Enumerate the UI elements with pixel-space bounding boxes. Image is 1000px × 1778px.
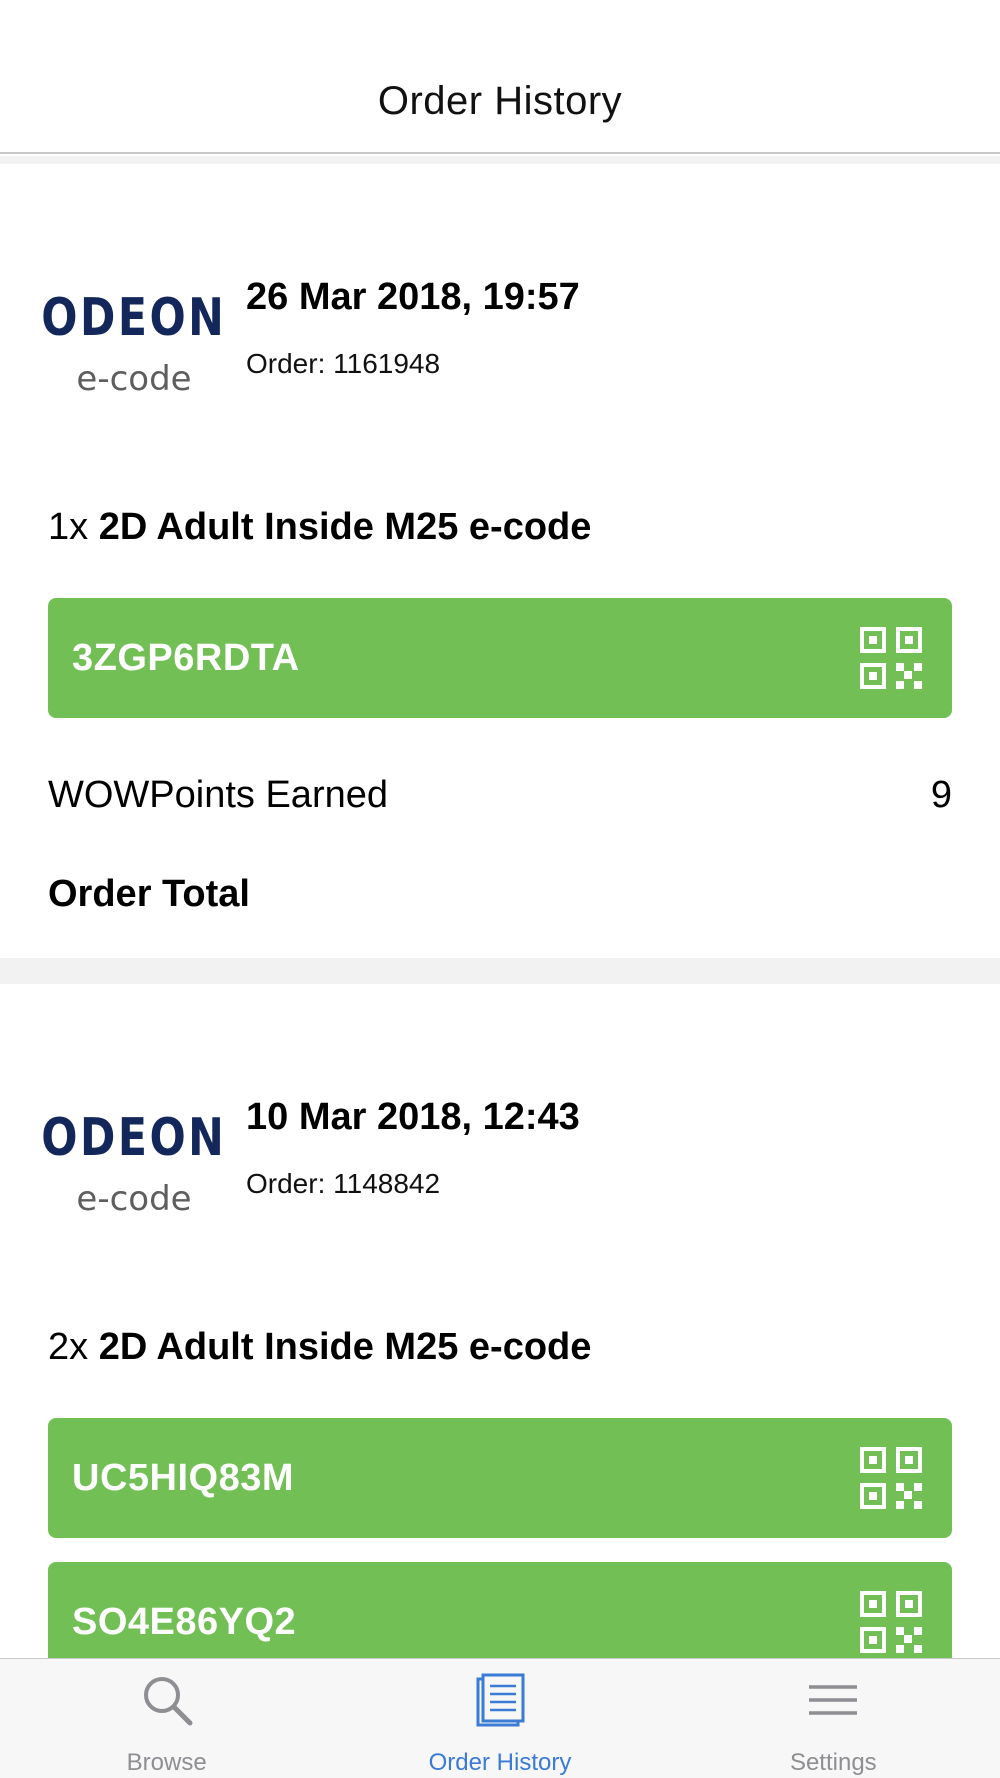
logo-sub: e-code	[76, 359, 192, 399]
order-item: 1x 2D Adult Inside M25 e-code	[48, 508, 952, 546]
ecode-button[interactable]: 3ZGP6RDTA	[48, 598, 952, 718]
menu-icon	[809, 1685, 858, 1715]
tab-label: Settings	[789, 1749, 877, 1776]
item-name: 2D Adult Inside M25 e-code	[98, 1326, 592, 1368]
item-quantity: 2x	[48, 1326, 89, 1368]
tab-browse[interactable]: Browse	[0, 1659, 333, 1778]
tab-order-history[interactable]: Order History	[333, 1659, 666, 1778]
tab-label: Order History	[428, 1749, 572, 1776]
qr-code-icon	[860, 1447, 922, 1509]
order-card: ODEON e-code 10 Mar 2018, 12:43 Order: 1…	[0, 984, 1000, 1658]
order-date: 26 Mar 2018, 19:57	[246, 276, 580, 318]
order-date: 10 Mar 2018, 12:43	[246, 1096, 580, 1138]
order-number: Order: 1148842	[246, 1168, 441, 1199]
order-meta: 26 Mar 2018, 19:57 Order: 1161948	[246, 274, 580, 380]
search-icon	[143, 1677, 193, 1726]
order-meta: 10 Mar 2018, 12:43 Order: 1148842	[246, 1094, 580, 1200]
document-icon	[476, 1673, 525, 1727]
points-label: WOWPoints Earned	[48, 774, 388, 816]
order-item: 2x 2D Adult Inside M25 e-code	[48, 1328, 952, 1366]
odeon-ecode-logo: ODEON e-code	[41, 1094, 227, 1234]
logo-brand: ODEON	[41, 288, 227, 348]
logo-brand: ODEON	[41, 1108, 227, 1168]
tab-bar: Browse Order History Settings	[0, 1658, 1000, 1778]
tab-settings[interactable]: Settings	[667, 1659, 1000, 1778]
order-header: ODEON e-code 10 Mar 2018, 12:43 Order: 1…	[41, 984, 952, 1234]
points-row: WOWPoints Earned 9	[48, 774, 952, 817]
ecode-text: UC5HIQ83M	[72, 1456, 294, 1499]
ecode-text: 3ZGP6RDTA	[72, 636, 300, 679]
nav-header: Order History	[0, 0, 1000, 154]
page-title: Order History	[377, 79, 623, 123]
order-card: ODEON e-code 26 Mar 2018, 19:57 Order: 1…	[0, 164, 1000, 958]
qr-code-icon	[860, 627, 922, 689]
item-quantity: 1x	[48, 506, 89, 548]
ecode-text: SO4E86YQ2	[72, 1600, 297, 1643]
ecode-button[interactable]: SO4E86YQ2	[48, 1562, 952, 1658]
logo-sub: e-code	[76, 1179, 192, 1219]
odeon-ecode-logo: ODEON e-code	[41, 274, 227, 414]
ecode-button[interactable]: UC5HIQ83M	[48, 1418, 952, 1538]
tab-label: Browse	[126, 1749, 207, 1776]
order-header: ODEON e-code 26 Mar 2018, 19:57 Order: 1…	[41, 164, 952, 414]
item-name: 2D Adult Inside M25 e-code	[98, 506, 592, 548]
order-number: Order: 1161948	[246, 348, 441, 379]
qr-code-icon	[860, 1591, 922, 1653]
order-list[interactable]: ODEON e-code 26 Mar 2018, 19:57 Order: 1…	[0, 156, 1000, 1658]
order-total-label: Order Total	[48, 873, 250, 915]
points-value: 9	[930, 774, 952, 816]
